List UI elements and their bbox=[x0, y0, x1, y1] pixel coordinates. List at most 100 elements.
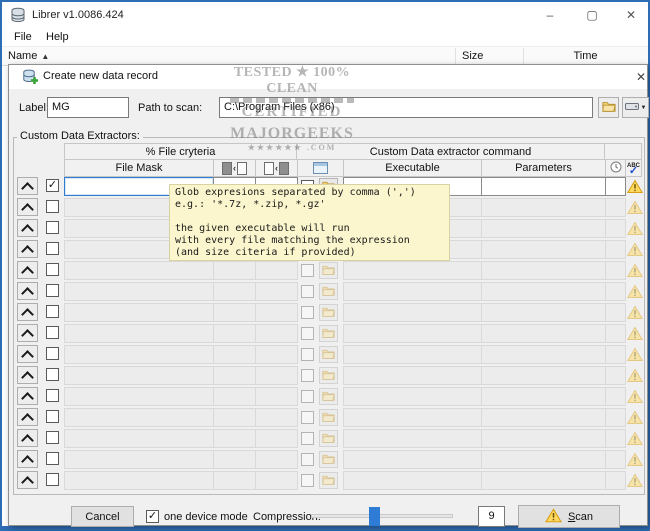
extractor-row-checkbox[interactable] bbox=[46, 410, 59, 423]
move-up-button[interactable] bbox=[17, 408, 38, 426]
row-warning-icon[interactable] bbox=[626, 387, 643, 405]
row-warning-icon[interactable] bbox=[626, 240, 643, 258]
device-select-button[interactable]: ▼ bbox=[622, 97, 649, 118]
row-warning-icon[interactable] bbox=[626, 324, 643, 342]
executable-browse-button[interactable] bbox=[319, 472, 338, 489]
min-size-column-header[interactable]: ‹ bbox=[213, 159, 256, 177]
move-up-button[interactable] bbox=[17, 324, 38, 342]
timeout-cell[interactable] bbox=[605, 177, 626, 196]
row-warning-icon[interactable] bbox=[626, 282, 643, 300]
extractor-row-checkbox[interactable]: ✓ bbox=[46, 179, 59, 192]
executable-browse-button[interactable] bbox=[319, 367, 338, 384]
menu-help[interactable]: Help bbox=[42, 30, 73, 44]
row-warning-icon[interactable] bbox=[626, 219, 643, 237]
move-up-button[interactable] bbox=[17, 177, 38, 195]
extractor-row-checkbox[interactable] bbox=[46, 263, 59, 276]
row-warning-icon[interactable] bbox=[626, 366, 643, 384]
extractor-row-checkbox[interactable] bbox=[46, 305, 59, 318]
shell-checkbox[interactable] bbox=[301, 306, 314, 319]
extractor-row-checkbox[interactable] bbox=[46, 368, 59, 381]
move-up-button[interactable] bbox=[17, 450, 38, 468]
executable-browse-button[interactable] bbox=[319, 283, 338, 300]
executable-browse-button[interactable] bbox=[319, 430, 338, 447]
move-up-button[interactable] bbox=[17, 240, 38, 258]
extractor-row-checkbox[interactable] bbox=[46, 347, 59, 360]
timeout-column-header[interactable] bbox=[605, 159, 626, 177]
extractor-row-checkbox[interactable] bbox=[46, 389, 59, 402]
parameters-input[interactable] bbox=[481, 177, 606, 196]
row-warning-icon[interactable] bbox=[626, 261, 643, 279]
move-up-button[interactable] bbox=[17, 303, 38, 321]
timeout-cell bbox=[605, 471, 626, 490]
dialog-close-icon[interactable]: ✕ bbox=[633, 65, 649, 89]
timeout-cell bbox=[605, 303, 626, 322]
shell-checkbox[interactable] bbox=[301, 453, 314, 466]
extractor-row-checkbox[interactable] bbox=[46, 200, 59, 213]
scan-button[interactable]: Scan bbox=[518, 505, 620, 528]
extractor-row-checkbox[interactable] bbox=[46, 473, 59, 486]
shell-checkbox[interactable] bbox=[301, 348, 314, 361]
compression-value-input[interactable]: 9 bbox=[478, 506, 505, 527]
shell-checkbox[interactable] bbox=[301, 390, 314, 403]
maximize-button[interactable]: ▢ bbox=[577, 2, 607, 28]
extractor-row-checkbox[interactable] bbox=[46, 326, 59, 339]
move-up-button[interactable] bbox=[17, 282, 38, 300]
row-warning-icon[interactable] bbox=[626, 177, 643, 195]
shell-checkbox[interactable] bbox=[301, 264, 314, 277]
folder-icon bbox=[322, 346, 335, 364]
extractor-row-checkbox[interactable] bbox=[46, 431, 59, 444]
column-header-size[interactable]: Size bbox=[462, 47, 483, 65]
move-up-button[interactable] bbox=[17, 219, 38, 237]
shell-checkbox[interactable] bbox=[301, 369, 314, 382]
shell-checkbox[interactable] bbox=[301, 411, 314, 424]
row-warning-icon[interactable] bbox=[626, 471, 643, 489]
move-up-button[interactable] bbox=[17, 387, 38, 405]
minimize-button[interactable]: – bbox=[535, 2, 565, 28]
label-input[interactable]: MG bbox=[47, 97, 129, 118]
row-warning-icon[interactable] bbox=[626, 198, 643, 216]
menu-file[interactable]: File bbox=[10, 30, 36, 44]
timeout-cell bbox=[605, 324, 626, 343]
one-device-checkbox[interactable]: ✓ bbox=[146, 510, 159, 523]
browse-folder-button[interactable] bbox=[598, 97, 619, 118]
extractor-row-checkbox[interactable] bbox=[46, 452, 59, 465]
move-up-button[interactable] bbox=[17, 429, 38, 447]
row-warning-icon[interactable] bbox=[626, 450, 643, 468]
compression-slider[interactable] bbox=[369, 507, 380, 526]
close-button[interactable]: ✕ bbox=[616, 2, 646, 28]
max-size-column-header[interactable]: ‹ bbox=[255, 159, 298, 177]
shell-checkbox[interactable] bbox=[301, 327, 314, 340]
row-warning-icon[interactable] bbox=[626, 303, 643, 321]
row-warning-icon[interactable] bbox=[626, 345, 643, 363]
extractor-row-checkbox[interactable] bbox=[46, 221, 59, 234]
move-up-button[interactable] bbox=[17, 471, 38, 489]
executable-browse-button[interactable] bbox=[319, 304, 338, 321]
executable-input bbox=[343, 408, 482, 427]
shell-checkbox[interactable] bbox=[301, 285, 314, 298]
compression-slider-track[interactable] bbox=[311, 514, 453, 518]
shell-column-header[interactable] bbox=[297, 159, 344, 177]
executable-browse-button[interactable] bbox=[319, 451, 338, 468]
row-warning-icon[interactable] bbox=[626, 429, 643, 447]
executable-browse-button[interactable] bbox=[319, 409, 338, 426]
test-column-header[interactable]: ABC✓ bbox=[625, 159, 642, 177]
column-header-time[interactable]: Time bbox=[523, 47, 648, 65]
shell-checkbox[interactable] bbox=[301, 432, 314, 445]
move-up-button[interactable] bbox=[17, 366, 38, 384]
executable-browse-button[interactable] bbox=[319, 325, 338, 342]
move-up-button[interactable] bbox=[17, 261, 38, 279]
executable-browse-button[interactable] bbox=[319, 262, 338, 279]
extractor-row-checkbox[interactable] bbox=[46, 284, 59, 297]
shell-checkbox[interactable] bbox=[301, 474, 314, 487]
cancel-button[interactable]: Cancel bbox=[71, 506, 134, 527]
executable-input bbox=[343, 261, 482, 280]
executable-browse-button[interactable] bbox=[319, 388, 338, 405]
row-warning-icon[interactable] bbox=[626, 408, 643, 426]
path-input[interactable]: C:\Program Files (x86) bbox=[219, 97, 593, 118]
executable-browse-button[interactable] bbox=[319, 346, 338, 363]
column-header-name[interactable]: Name▲ bbox=[8, 47, 49, 65]
timeout-cell bbox=[605, 198, 626, 217]
extractor-row-checkbox[interactable] bbox=[46, 242, 59, 255]
move-up-button[interactable] bbox=[17, 345, 38, 363]
move-up-button[interactable] bbox=[17, 198, 38, 216]
